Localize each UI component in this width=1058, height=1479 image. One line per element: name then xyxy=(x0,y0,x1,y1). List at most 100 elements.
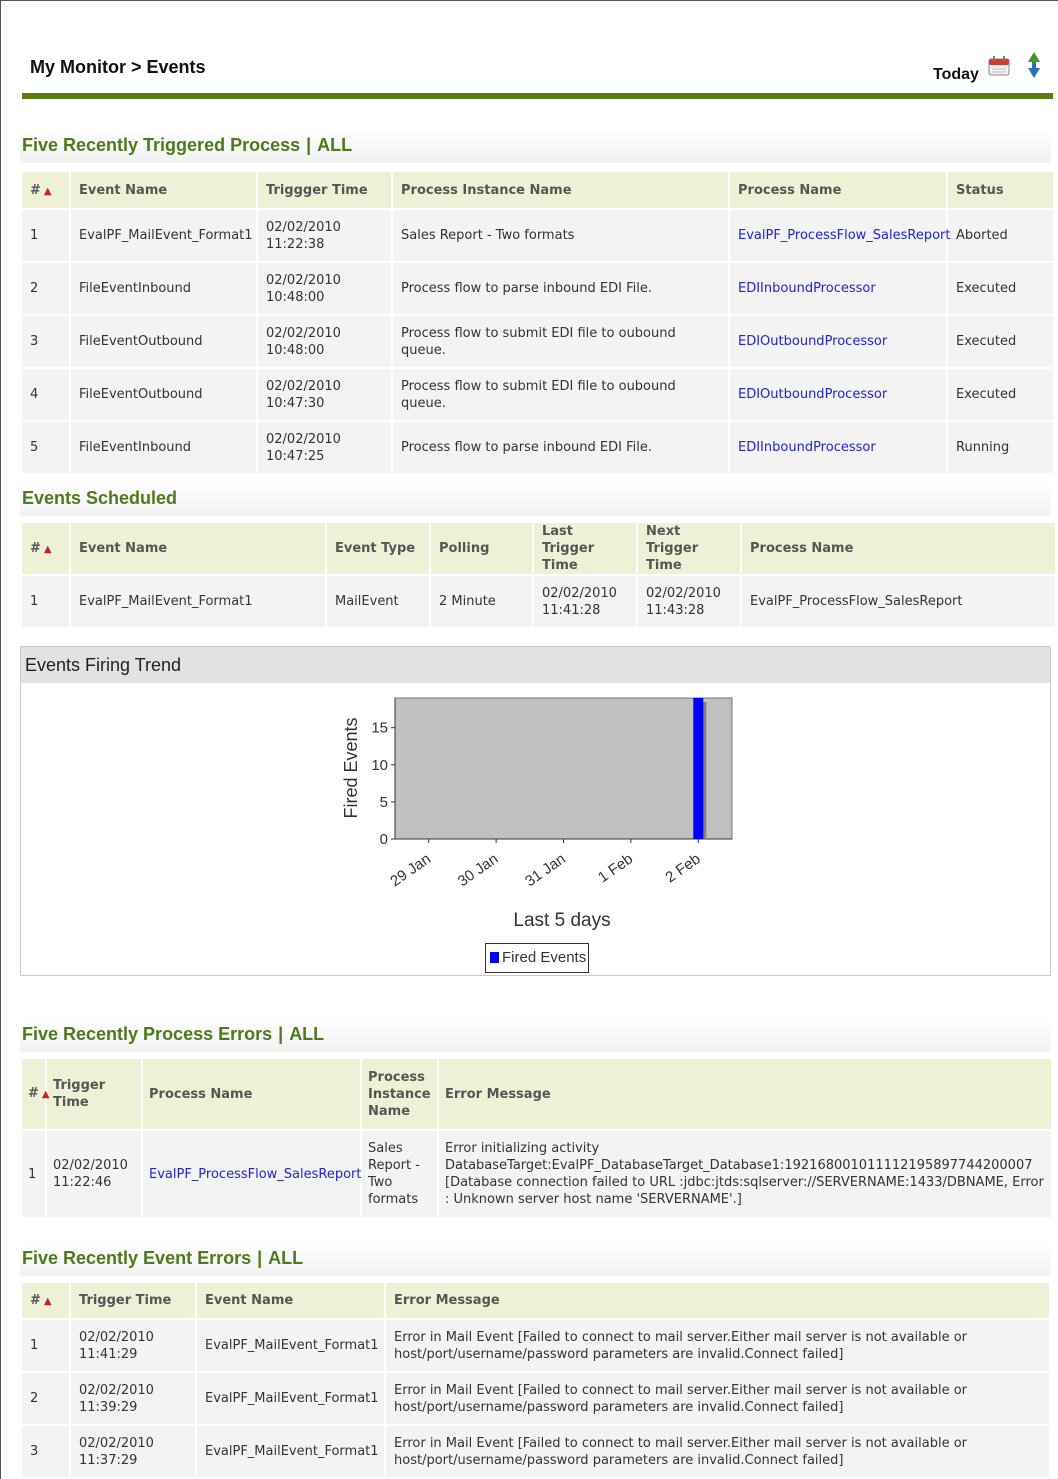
fired-events-chart: 0 5 10 15 29 Jan 30 Jan 31 Jan 1 Feb 2 Feb Last 5… xyxy=(341,697,733,931)
event-errors-title: Five Recently Event Errors xyxy=(22,1248,252,1268)
event_errors-col-label: Event Name xyxy=(205,1293,294,1308)
event-errors-all-link[interactable]: ALL xyxy=(268,1248,303,1268)
process_errors-col-header[interactable]: Process Instance Name xyxy=(362,1059,437,1129)
triggered-col-label: Process Instance Name xyxy=(401,182,572,198)
triggered-cell-status: Executed xyxy=(948,316,1053,367)
triggered-cell-time: 02/02/2010 10:47:30 xyxy=(258,369,391,420)
table-row[interactable]: 1 EvalPF_MailEvent_Format1 MailEvent 2 Minu… xyxy=(22,576,1055,627)
triggered-cell-time: 02/02/2010 10:48:00 xyxy=(258,316,391,367)
triggered-cell-instance: Sales Report - Two formats xyxy=(393,210,728,261)
process_errors-cell-time: 02/02/2010 11:22:46 xyxy=(47,1131,141,1217)
event_errors-cell-time: 02/02/2010 11:37:29 xyxy=(71,1426,195,1477)
event_errors-col-header[interactable]: Event Name xyxy=(197,1283,384,1318)
scheduled-col-label: Event Name xyxy=(79,541,168,556)
event_errors-col-label: Error Message xyxy=(394,1293,500,1308)
plot-area xyxy=(394,697,733,840)
sort-ascending-icon[interactable]: ▲ xyxy=(44,544,52,555)
process-errors-title: Five Recently Process Errors xyxy=(22,1024,273,1044)
triggered-col-header[interactable]: Triggger Time xyxy=(258,172,391,208)
process-errors-table: # ▲ Trigger Time Process Name Process Instan… xyxy=(20,1057,1053,1219)
sort-ascending-icon[interactable]: ▲ xyxy=(42,1089,50,1100)
triggered-cell-process[interactable]: EDIInboundProcessor xyxy=(730,422,946,473)
scheduled-cell-polling: 2 Minute xyxy=(431,576,532,627)
header-bar: My Monitor > Events Today xyxy=(22,0,1053,100)
x-tick-label: 2 Feb xyxy=(662,850,703,886)
process_errors-col-header[interactable]: # ▲ xyxy=(22,1059,50,1129)
table-row[interactable]: 2 FileEventInbound 02/02/2010 10:48:00 Proc… xyxy=(22,263,1053,314)
event_errors-col-header[interactable]: # ▲ xyxy=(22,1283,69,1318)
event_errors-cell-event: EvalPF_MailEvent_Format1 xyxy=(197,1320,384,1371)
sort-ascending-icon[interactable]: ▲ xyxy=(44,1296,52,1307)
process_errors-cell-instance: Sales Report - Two formats xyxy=(362,1131,437,1217)
event-errors-table: # ▲ Trigger Time Event Name Error Message 10… xyxy=(20,1281,1051,1479)
scheduled-table: # ▲ Event Name Event Type Polling Last Trigge… xyxy=(20,521,1057,629)
scheduled-col-header[interactable]: Event Type xyxy=(327,523,429,574)
table-row[interactable]: 1 EvalPF_MailEvent_Format1 02/02/2010 11:2… xyxy=(22,210,1053,261)
event_errors-col-label: # xyxy=(30,1293,41,1308)
triggered-col-header[interactable]: Process Instance Name xyxy=(393,172,728,208)
triggered-col-label: Process Name xyxy=(738,182,842,198)
triggered-cell-event: EvalPF_MailEvent_Format1 xyxy=(71,210,256,261)
table-row[interactable]: 3 FileEventOutbound 02/02/2010 10:48:00 Pro… xyxy=(22,316,1053,367)
legend-swatch xyxy=(490,952,499,963)
event_errors-col-header[interactable]: Trigger Time xyxy=(71,1283,195,1318)
sort-ascending-icon[interactable]: ▲ xyxy=(44,186,52,197)
y-axis-title: Fired Events xyxy=(341,717,361,818)
process-errors-all-link[interactable]: ALL xyxy=(289,1024,324,1044)
triggered-cell-process[interactable]: EvalPF_ProcessFlow_SalesReport xyxy=(730,210,951,261)
scheduled-col-header[interactable]: Last Trigger Time xyxy=(534,523,636,574)
scheduled-cell-type: MailEvent xyxy=(327,576,429,627)
triggered-cell-time: 02/02/2010 10:47:25 xyxy=(258,422,391,473)
process_errors-col-header[interactable]: Trigger Time xyxy=(47,1059,141,1129)
triggered-cell-status: Aborted xyxy=(948,210,1053,261)
scheduled-col-label: Last Trigger Time xyxy=(542,524,595,573)
chart-legend: Fired Events xyxy=(485,943,589,973)
table-row[interactable]: 2 02/02/2010 11:39:29 EvalPF_MailEvent_For… xyxy=(22,1373,1049,1424)
table-row[interactable]: 5 FileEventInbound 02/02/2010 10:47:25 Proc… xyxy=(22,422,1053,473)
scheduled-cell-next: 02/02/2010 11:43:28 xyxy=(638,576,740,627)
scheduled-col-header[interactable]: Event Name xyxy=(71,523,325,574)
triggered-cell-status: Executed xyxy=(948,263,1053,314)
breadcrumb[interactable]: My Monitor > Events xyxy=(30,57,206,78)
event_errors-cell-message: Error in Mail Event [Failed to connect t… xyxy=(386,1373,1049,1424)
triggered-col-header[interactable]: Status xyxy=(948,172,1053,208)
x-tick-label: 31 Jan xyxy=(522,850,569,890)
scheduled-col-header[interactable]: Polling xyxy=(431,523,532,574)
scheduled-title: Events Scheduled xyxy=(22,488,178,508)
today-label[interactable]: Today xyxy=(933,66,979,84)
y-tick-label: 10 xyxy=(371,757,388,774)
triggered-all-link[interactable]: ALL xyxy=(317,135,352,155)
scheduled-col-header[interactable]: Next Trigger Time xyxy=(638,523,740,574)
table-row[interactable]: 3 02/02/2010 11:37:29 EvalPF_MailEvent_For… xyxy=(22,1426,1049,1477)
triggered-title: Five Recently Triggered Process xyxy=(22,135,301,155)
triggered-cell-time: 02/02/2010 10:48:00 xyxy=(258,263,391,314)
calendar-icon[interactable] xyxy=(988,56,1010,76)
triggered-cell-process[interactable]: EDIOutboundProcessor xyxy=(730,316,946,367)
x-tick-label: 1 Feb xyxy=(595,850,636,886)
refresh-icon[interactable] xyxy=(1022,50,1046,80)
process_errors-cell-num: 1 xyxy=(22,1131,45,1217)
table-row[interactable]: 4 FileEventOutbound 02/02/2010 10:47:30 Pro… xyxy=(22,369,1053,420)
legend-label: Fired Events xyxy=(502,949,587,966)
triggered-cell-instance: Process flow to parse inbound EDI File. xyxy=(393,422,728,473)
triggered-cell-process[interactable]: EDIInboundProcessor xyxy=(730,263,946,314)
triggered-cell-process[interactable]: EDIOutboundProcessor xyxy=(730,369,946,420)
triggered-cell-event: FileEventOutbound xyxy=(71,316,256,367)
process_errors-cell-process[interactable]: EvalPF_ProcessFlow_SalesReport xyxy=(143,1131,362,1217)
triggered-col-header[interactable]: Process Name xyxy=(730,172,946,208)
table-row[interactable]: 1 02/02/2010 11:22:46 EvalPF_ProcessFlow_S… xyxy=(22,1131,1051,1217)
scheduled-col-header[interactable]: Process Name xyxy=(742,523,1055,574)
process_errors-cell-message: Error initializing activity DatabaseTarg… xyxy=(439,1131,1051,1217)
triggered-col-header[interactable]: # ▲ xyxy=(22,172,69,208)
triggered-cell-num: 2 xyxy=(22,263,69,314)
event-errors-section-title: Five Recently Event Errors | ALL xyxy=(20,1242,1051,1276)
header-divider xyxy=(22,93,1053,99)
table-row[interactable]: 1 02/02/2010 11:41:29 EvalPF_MailEvent_For… xyxy=(22,1320,1049,1371)
scheduled-cell-process: EvalPF_ProcessFlow_SalesReport xyxy=(742,576,1055,627)
event_errors-col-header[interactable]: Error Message xyxy=(386,1283,1049,1318)
process_errors-col-header[interactable]: Error Message xyxy=(439,1059,1051,1129)
triggered-col-header[interactable]: Event Name xyxy=(71,172,256,208)
process_errors-col-header[interactable]: Process Name xyxy=(143,1059,360,1129)
scheduled-col-header[interactable]: # ▲ xyxy=(22,523,69,574)
event_errors-cell-event: EvalPF_MailEvent_Format1 xyxy=(197,1426,384,1477)
